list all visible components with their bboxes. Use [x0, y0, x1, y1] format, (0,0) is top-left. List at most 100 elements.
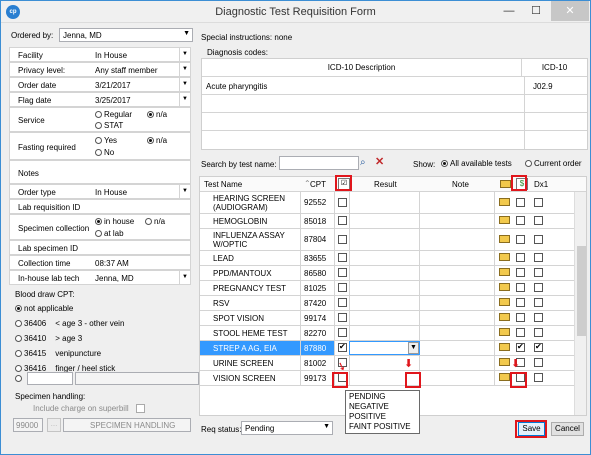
blood-draw-code-input[interactable] — [27, 372, 73, 385]
fasting-na-radio[interactable]: n/a — [147, 136, 167, 145]
result-option[interactable]: FAINT POSITIVE — [349, 422, 411, 431]
specimen-inhouse-radio[interactable]: in house — [95, 217, 134, 226]
test-checkbox[interactable] — [338, 283, 347, 293]
test-name-header[interactable]: Test Name — [204, 180, 242, 189]
scrollbar-thumb[interactable] — [577, 246, 586, 336]
dx1-checkbox[interactable] — [534, 298, 543, 308]
chevron-down-icon[interactable]: ▼ — [408, 342, 419, 354]
collection-time-row[interactable]: Collection time 08:37 AM — [9, 255, 191, 270]
test-checkbox[interactable] — [338, 313, 347, 323]
cancel-button[interactable]: Cancel — [551, 422, 584, 436]
note-cell[interactable] — [420, 214, 495, 228]
dx1-checkbox[interactable] — [534, 283, 543, 293]
specimen-na-radio[interactable]: n/a — [145, 217, 165, 226]
dx1-checkbox[interactable] — [534, 313, 543, 323]
chevron-down-icon[interactable]: ▼ — [179, 93, 190, 106]
show-current-radio[interactable]: Current order — [525, 159, 582, 168]
test-checkbox[interactable] — [338, 216, 347, 226]
flag-date-row[interactable]: Flag date 3/25/2017 ▼ — [9, 92, 191, 107]
privacy-row[interactable]: Privacy level: Any staff member ▼ — [9, 62, 191, 77]
diagnosis-row[interactable]: Acute pharyngitis J02.9 — [202, 77, 587, 95]
folder-icon[interactable] — [499, 298, 510, 308]
handling-desc-input[interactable]: SPECIMEN HANDLING — [63, 418, 191, 432]
dx1-header[interactable]: Dx1 — [534, 180, 548, 189]
include-charge-option[interactable]: Include charge on superbill — [33, 404, 145, 414]
clear-icon[interactable]: ✕ — [375, 156, 387, 170]
chevron-down-icon[interactable]: ▼ — [179, 48, 190, 61]
search-icon[interactable]: ⌕ — [360, 156, 373, 170]
result-cell[interactable] — [349, 266, 420, 280]
dx1-checkbox[interactable] — [534, 342, 543, 353]
scrollbar[interactable] — [574, 192, 586, 415]
dx1-checkbox[interactable] — [534, 268, 543, 278]
result-option[interactable]: NEGATIVE — [349, 402, 389, 411]
dx1-checkbox[interactable] — [534, 235, 543, 245]
result-cell[interactable] — [349, 251, 420, 265]
search-input[interactable] — [279, 156, 359, 170]
dx-checkbox[interactable] — [516, 253, 525, 263]
dx-checkbox[interactable] — [516, 328, 525, 338]
show-all-radio[interactable]: All available tests — [441, 159, 512, 168]
test-checkbox[interactable] — [338, 328, 347, 338]
lab-specimen-row[interactable]: Lab specimen ID — [9, 240, 191, 255]
dx1-checkbox[interactable] — [534, 328, 543, 338]
dx-checkbox[interactable] — [516, 283, 525, 293]
service-stat-radio[interactable]: STAT — [95, 121, 123, 130]
save-button[interactable]: Save — [518, 422, 545, 436]
result-cell[interactable] — [349, 311, 420, 325]
fasting-no-radio[interactable]: No — [95, 148, 114, 157]
table-row[interactable]: LEAD 83655 — [200, 251, 574, 266]
folder-icon[interactable] — [499, 358, 510, 368]
result-cell[interactable] — [349, 296, 420, 310]
note-cell[interactable] — [420, 296, 495, 310]
folder-icon[interactable] — [500, 180, 511, 190]
note-cell[interactable] — [420, 192, 495, 213]
chevron-down-icon[interactable]: ▼ — [179, 78, 190, 91]
test-checkbox[interactable] — [338, 298, 347, 308]
minimize-icon[interactable]: — — [496, 1, 522, 21]
note-cell[interactable] — [420, 311, 495, 325]
lab-tech-row[interactable]: In-house lab tech Jenna, MD ▼ — [9, 270, 191, 285]
test-checkbox[interactable] — [338, 253, 347, 263]
dx-checkbox[interactable] — [516, 216, 525, 226]
lab-requisition-row[interactable]: Lab requisition ID — [9, 199, 191, 214]
note-cell[interactable] — [420, 371, 495, 385]
maximize-icon[interactable]: ☐ — [523, 1, 549, 21]
dx-checkbox[interactable] — [516, 235, 525, 245]
dx-checkbox[interactable] — [516, 342, 525, 353]
diagnosis-row[interactable] — [202, 113, 587, 131]
dx-checkbox[interactable] — [516, 313, 525, 323]
table-row[interactable]: SPOT VISION 99174 — [200, 311, 574, 326]
chevron-down-icon[interactable]: ▼ — [179, 185, 190, 198]
result-option[interactable]: PENDING — [349, 392, 385, 401]
dx-checkbox[interactable] — [516, 298, 525, 308]
result-cell[interactable] — [349, 281, 420, 295]
diagnosis-row[interactable] — [202, 95, 587, 113]
cpt-header[interactable]: CPT — [310, 180, 326, 189]
test-checkbox[interactable] — [338, 268, 347, 278]
facility-row[interactable]: Facility In House ▼ — [9, 47, 191, 62]
blood-draw-option[interactable]: 36410 > age 3 — [15, 334, 82, 343]
dx1-checkbox[interactable] — [534, 253, 543, 263]
note-cell[interactable] — [420, 266, 495, 280]
result-cell[interactable] — [349, 192, 420, 213]
chevron-down-icon[interactable]: ▼ — [179, 271, 190, 284]
note-cell[interactable] — [420, 281, 495, 295]
folder-icon[interactable] — [499, 235, 510, 245]
folder-icon[interactable] — [499, 268, 510, 278]
fasting-yes-radio[interactable]: Yes — [95, 136, 117, 145]
note-cell[interactable] — [420, 251, 495, 265]
folder-icon[interactable] — [499, 343, 510, 353]
blood-draw-option[interactable]: not applicable — [15, 304, 73, 313]
req-status-select[interactable]: Pending ▼ — [241, 421, 333, 435]
diagnosis-row[interactable] — [202, 131, 587, 149]
folder-icon[interactable] — [499, 198, 510, 208]
table-row[interactable]: STREP A AG, EIA87880 ▼ — [200, 341, 574, 356]
folder-icon[interactable] — [499, 373, 510, 383]
blood-draw-desc-input[interactable] — [75, 372, 199, 385]
test-checkbox[interactable] — [338, 235, 347, 245]
folder-icon[interactable] — [499, 216, 510, 226]
result-cell[interactable] — [349, 214, 420, 228]
order-type-row[interactable]: Order type In House ▼ — [9, 184, 191, 199]
dx1-checkbox[interactable] — [534, 373, 543, 383]
